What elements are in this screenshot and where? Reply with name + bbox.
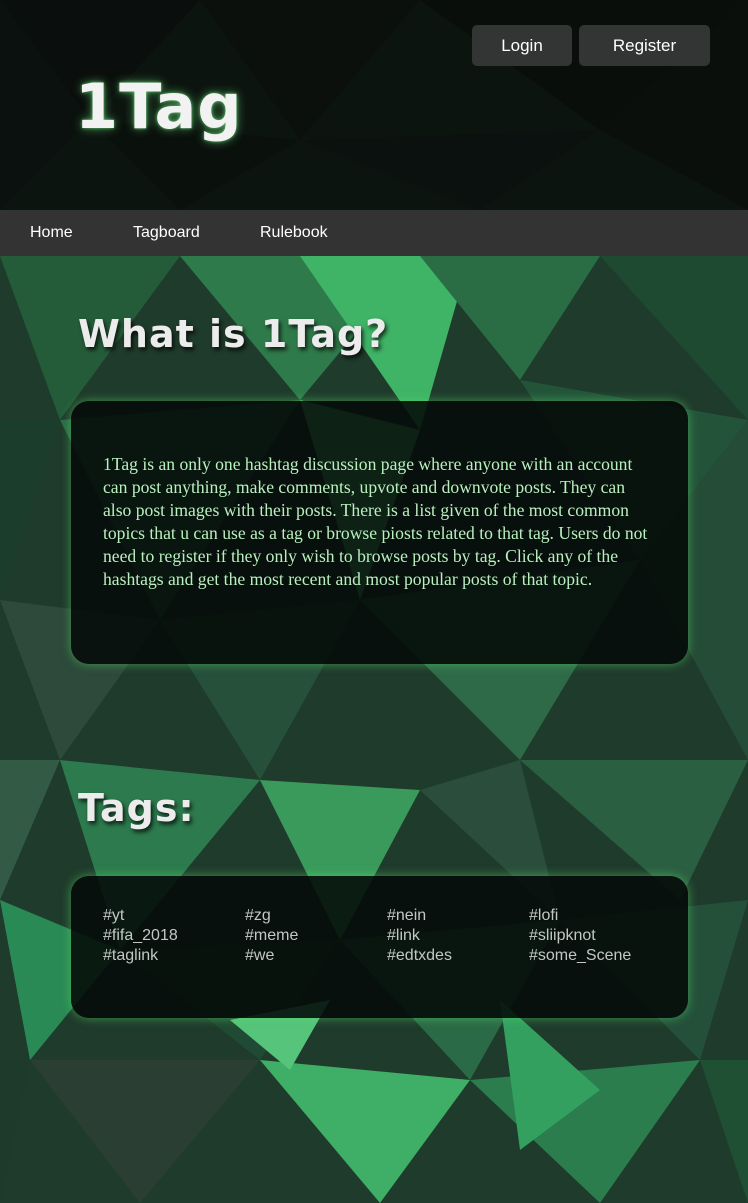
tags-heading: Tags: <box>78 786 195 830</box>
about-panel: 1Tag is an only one hashtag discussion p… <box>71 401 688 664</box>
login-button[interactable]: Login <box>472 25 572 66</box>
tag-link-fifa-2018[interactable]: #fifa_2018 <box>103 926 245 946</box>
main-navbar: Home Tagboard Rulebook <box>0 210 748 256</box>
about-description: 1Tag is an only one hashtag discussion p… <box>103 454 648 589</box>
tags-grid: #yt #zg #nein #lofi #fifa_2018 #meme #li… <box>103 906 688 966</box>
site-header: 1Tag Login Register <box>0 0 748 210</box>
tag-link-sliipknot[interactable]: #sliipknot <box>529 926 689 946</box>
tag-link-we[interactable]: #we <box>245 946 387 966</box>
tag-link-meme[interactable]: #meme <box>245 926 387 946</box>
nav-home-link[interactable]: Home <box>30 224 73 242</box>
tag-link-edtxdes[interactable]: #edtxdes <box>387 946 529 966</box>
tag-link-zg[interactable]: #zg <box>245 906 387 926</box>
tag-link-nein[interactable]: #nein <box>387 906 529 926</box>
tag-link-some-scene[interactable]: #some_Scene <box>529 946 689 966</box>
nav-rulebook-link[interactable]: Rulebook <box>260 224 328 242</box>
tags-panel: #yt #zg #nein #lofi #fifa_2018 #meme #li… <box>71 876 688 1018</box>
about-heading: What is 1Tag? <box>78 312 389 356</box>
nav-tagboard-link[interactable]: Tagboard <box>133 224 200 242</box>
tag-link-link[interactable]: #link <box>387 926 529 946</box>
tag-link-lofi[interactable]: #lofi <box>529 906 689 926</box>
tag-link-taglink[interactable]: #taglink <box>103 946 245 966</box>
tag-link-yt[interactable]: #yt <box>103 906 245 926</box>
site-logo[interactable]: 1Tag <box>75 70 243 143</box>
register-button[interactable]: Register <box>579 25 710 66</box>
